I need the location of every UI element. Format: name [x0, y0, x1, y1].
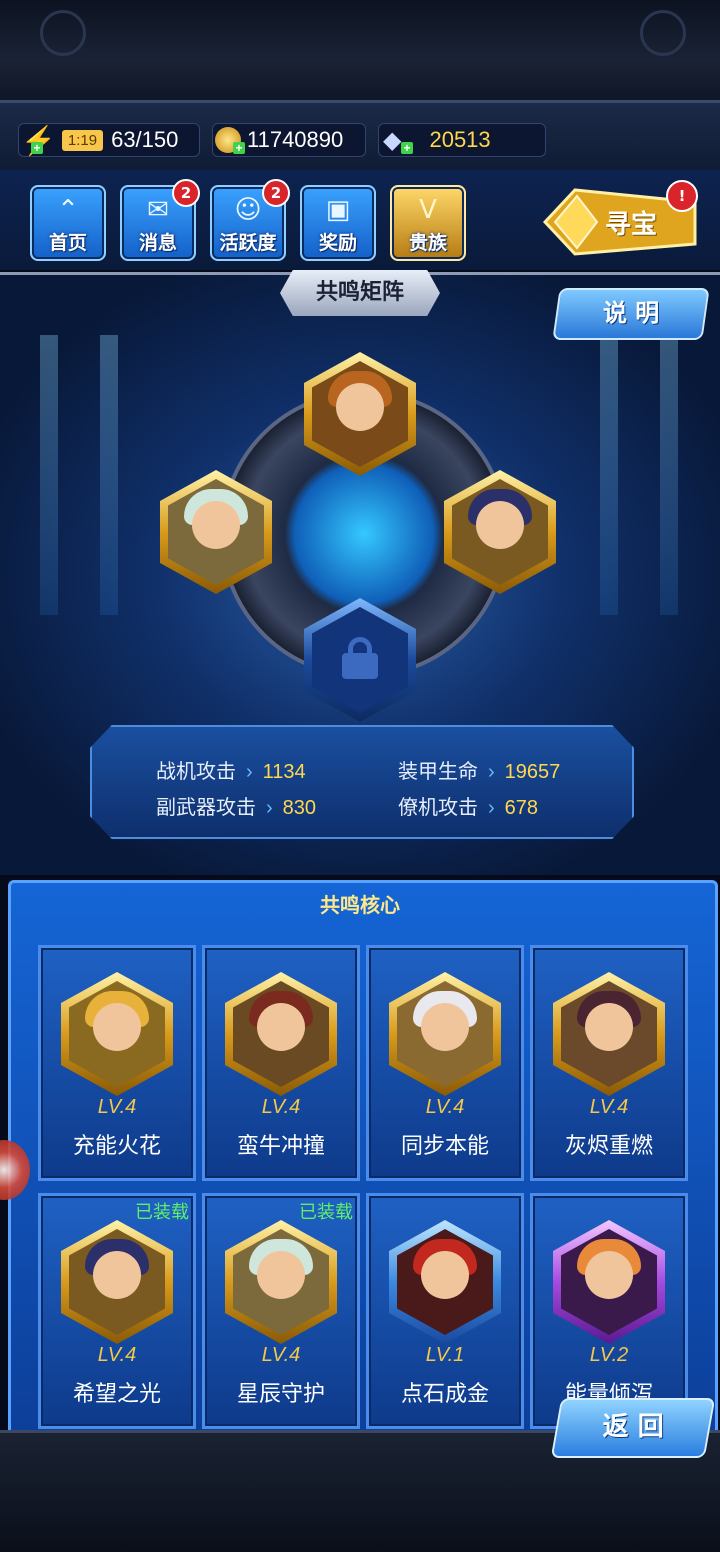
pilot-face	[257, 1251, 305, 1299]
chevron-right-icon: ›	[266, 797, 273, 819]
pilot-face	[421, 1251, 469, 1299]
messages-label: 消息	[138, 232, 177, 254]
light-pillar	[40, 335, 58, 615]
chevron-right-icon: ›	[488, 761, 495, 783]
core-level: LV.4	[97, 1344, 137, 1366]
frame-bolt-icon	[640, 10, 686, 56]
energy-counter[interactable]: ⚡ + 1:19 63/150	[18, 123, 200, 157]
chevron-right-icon: ›	[246, 761, 253, 783]
diamond-counter[interactable]: ◆ + 20513	[378, 123, 546, 157]
stat-value: 19657	[504, 761, 561, 783]
core-card[interactable]: LV.1 点石成金	[366, 1193, 524, 1429]
rewards-button[interactable]: ▣ 奖励	[300, 185, 376, 261]
plus-icon[interactable]: +	[31, 142, 43, 154]
light-pillar	[660, 335, 678, 615]
core-title: 共鸣核心	[320, 893, 400, 917]
energy-timer: 1:19	[61, 129, 104, 151]
resource-bar: ⚡ + 1:19 63/150 + 11740890 ◆ + 20513	[0, 100, 720, 176]
stat-row: 副武器攻击 › 830	[156, 791, 316, 820]
stat-label: 副武器攻击	[156, 797, 256, 819]
home-label: 首页	[48, 232, 87, 254]
core-card[interactable]: LV.4 灰烬重燃	[530, 945, 688, 1181]
core-name: 充能火花	[72, 1134, 161, 1159]
activity-button[interactable]: ☺ 活跃度 2	[210, 179, 290, 261]
home-button[interactable]: ⌃ 首页	[30, 185, 106, 261]
noble-button[interactable]: V 贵族	[390, 185, 466, 261]
core-name: 灰烬重燃	[564, 1134, 653, 1159]
pilot-face	[336, 383, 384, 431]
gold-counter[interactable]: + 11740890	[212, 123, 366, 157]
top-frame	[0, 0, 720, 100]
treasure-badge: !	[666, 180, 698, 212]
gold-value: 11740890	[247, 127, 344, 152]
core-card[interactable]: LV.2 能量倾泻	[530, 1193, 688, 1429]
back-label: 返 回	[602, 1412, 664, 1442]
rewards-label: 奖励	[318, 232, 357, 254]
stat-row: 装甲生命 › 19657	[398, 755, 560, 784]
stat-value: 678	[504, 797, 539, 819]
lock-icon	[342, 637, 378, 679]
core-level: LV.4	[261, 1096, 301, 1118]
plus-icon[interactable]: +	[401, 142, 413, 154]
core-level: LV.2	[589, 1344, 629, 1366]
stat-row: 僚机攻击 › 678	[398, 791, 538, 820]
pilot-face	[585, 1251, 633, 1299]
core-level: LV.4	[425, 1096, 465, 1118]
explain-button[interactable]: 说 明	[552, 288, 710, 340]
core-name: 蛮牛冲撞	[236, 1134, 325, 1159]
core-level: LV.4	[97, 1096, 137, 1118]
explain-label: 说 明	[602, 299, 660, 327]
stat-label: 战机攻击	[156, 761, 236, 783]
core-name: 同步本能	[400, 1134, 489, 1159]
core-card[interactable]: LV.4 充能火花	[38, 945, 196, 1181]
activity-label: 活跃度	[219, 232, 277, 254]
diamond-value: 20513	[429, 127, 491, 152]
stat-value: 830	[282, 797, 317, 819]
frame-bolt-icon	[40, 10, 86, 56]
chevron-right-icon: ›	[488, 797, 495, 819]
core-name: 点石成金	[400, 1382, 489, 1407]
matrix-title-plate: 共鸣矩阵	[280, 270, 440, 316]
activity-badge: 2	[262, 179, 290, 207]
back-button[interactable]: 返 回	[550, 1398, 716, 1458]
core-name: 希望之光	[72, 1382, 161, 1407]
plus-icon[interactable]: +	[233, 142, 245, 154]
core-card[interactable]: LV.4 蛮牛冲撞	[202, 945, 360, 1181]
top-nav: ⌃ 首页 ✉ 消息 2 ☺ 活跃度 2 ▣ 奖励 V 贵族 寻宝 !	[0, 170, 720, 270]
core-card[interactable]: LV.4 同步本能	[366, 945, 524, 1181]
stats-panel: 战机攻击 › 1134 装甲生命 › 19657 副武器攻击 › 830 僚机攻击 › 678	[90, 725, 634, 839]
pilot-face	[192, 501, 240, 549]
pilot-face	[93, 1251, 141, 1299]
jet-icon: ⌃	[57, 195, 79, 225]
core-card[interactable]: 已装载 LV.4 希望之光	[38, 1193, 196, 1429]
core-level: LV.4	[589, 1096, 629, 1118]
core-name: 星辰守护	[236, 1382, 325, 1407]
core-card[interactable]: 已装载 LV.4 星辰守护	[202, 1193, 360, 1429]
pilot-face	[585, 1003, 633, 1051]
messages-button[interactable]: ✉ 消息 2	[120, 179, 200, 261]
diamond-icon: ◆	[383, 126, 402, 154]
core-level: LV.4	[261, 1344, 301, 1366]
v-wings-icon: V	[419, 195, 437, 225]
equipped-tag: 已装载	[299, 1202, 353, 1223]
equipped-tag: 已装载	[135, 1202, 189, 1223]
stat-value: 1134	[262, 761, 306, 783]
messages-badge: 2	[172, 179, 200, 207]
light-pillar	[600, 335, 618, 615]
stat-row: 战机攻击 › 1134	[156, 755, 306, 784]
treasure-button[interactable]: 寻宝 !	[535, 180, 700, 262]
gift-icon: ▣	[325, 195, 351, 225]
treasure-label: 寻宝	[605, 210, 658, 240]
pilot-face	[421, 1003, 469, 1051]
stat-label: 装甲生命	[398, 761, 478, 783]
matrix-title: 共鸣矩阵	[315, 280, 404, 305]
core-level: LV.1	[425, 1344, 465, 1366]
energy-value: 63/150	[111, 127, 179, 152]
noble-label: 贵族	[408, 232, 447, 254]
pilot-face	[93, 1003, 141, 1051]
light-pillar	[100, 335, 118, 615]
pilot-face	[476, 501, 524, 549]
pilot-face	[257, 1003, 305, 1051]
stat-label: 僚机攻击	[398, 797, 478, 819]
